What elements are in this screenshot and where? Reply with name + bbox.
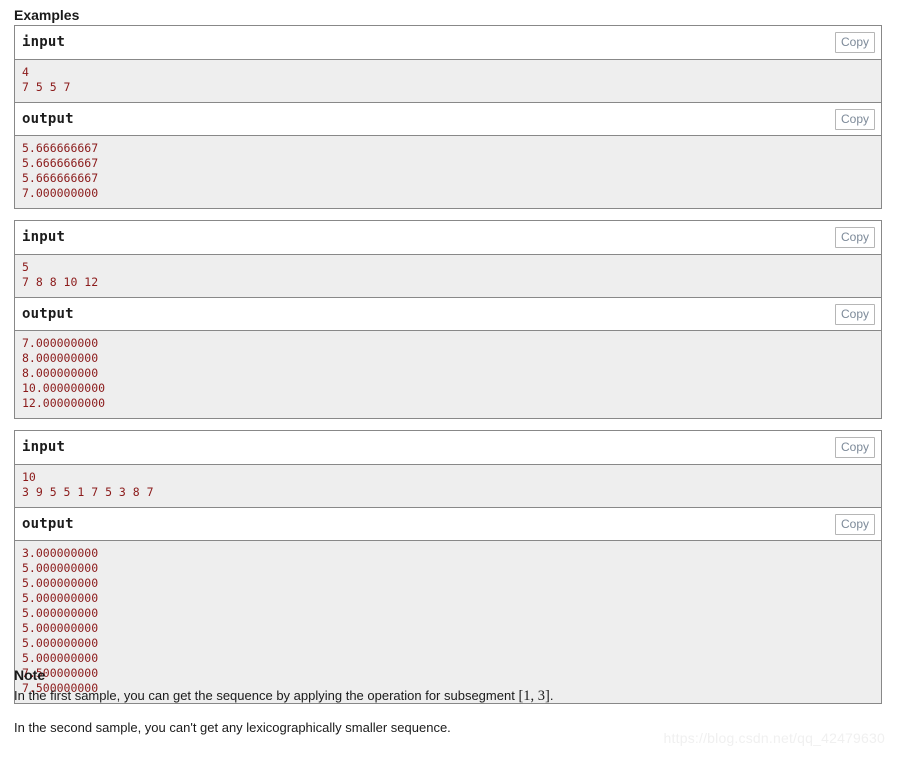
output-text-1: 5.666666667 5.666666667 5.666666667 7.00… [22, 141, 99, 200]
note-heading: Note [14, 667, 46, 683]
input-label-2: input [22, 229, 66, 245]
copy-input-button-1[interactable]: Copy [834, 32, 875, 53]
note-paragraph-1-text-after: . [549, 688, 554, 703]
copy-output-button-3[interactable]: Copy [834, 514, 875, 535]
input-text-1: 4 7 5 5 7 [22, 65, 71, 94]
note-paragraph-1-text-before: In the first sample, you can get the seq… [14, 688, 519, 703]
output-data-2: 7.000000000 8.000000000 8.000000000 10.0… [15, 330, 881, 418]
output-data-1: 5.666666667 5.666666667 5.666666667 7.00… [15, 135, 881, 208]
input-data-3: 10 3 9 5 5 1 7 5 3 8 7 [15, 464, 881, 507]
sample-test-2: input Copy 5 7 8 8 10 12 output Copy 7.0… [14, 220, 882, 419]
copy-input-button-3[interactable]: Copy [834, 437, 875, 458]
sample-tests-container: input Copy 4 7 5 5 7 output Copy 5.66666… [14, 25, 882, 715]
copy-output-button-2[interactable]: Copy [834, 304, 875, 325]
output-label-1: output [22, 111, 74, 127]
copy-input-button-2[interactable]: Copy [834, 227, 875, 248]
note-subsegment-math: [1, 3] [518, 688, 550, 704]
sample-test-3: input Copy 10 3 9 5 5 1 7 5 3 8 7 output… [14, 430, 882, 704]
input-label-1: input [22, 34, 66, 50]
input-header-3: input Copy [15, 431, 881, 464]
input-text-3: 10 3 9 5 5 1 7 5 3 8 7 [22, 470, 154, 499]
input-data-2: 5 7 8 8 10 12 [15, 254, 881, 297]
output-header-3: output Copy [15, 507, 881, 540]
input-data-1: 4 7 5 5 7 [15, 59, 881, 102]
output-label-2: output [22, 306, 74, 322]
output-header-2: output Copy [15, 297, 881, 330]
input-header-2: input Copy [15, 221, 881, 254]
output-header-1: output Copy [15, 102, 881, 135]
input-label-3: input [22, 439, 66, 455]
input-text-2: 5 7 8 8 10 12 [22, 260, 99, 289]
copy-output-button-1[interactable]: Copy [834, 109, 875, 130]
output-label-3: output [22, 516, 74, 532]
examples-heading: Examples [14, 7, 80, 23]
note-paragraph-1: In the first sample, you can get the seq… [14, 687, 882, 705]
blog-watermark: https://blog.csdn.net/qq_42479630 [663, 730, 885, 746]
sample-test-1: input Copy 4 7 5 5 7 output Copy 5.66666… [14, 25, 882, 209]
problem-statement-page: Examples input Copy 4 7 5 5 7 output Cop… [0, 0, 901, 760]
input-header-1: input Copy [15, 26, 881, 59]
output-text-2: 7.000000000 8.000000000 8.000000000 10.0… [22, 336, 106, 410]
